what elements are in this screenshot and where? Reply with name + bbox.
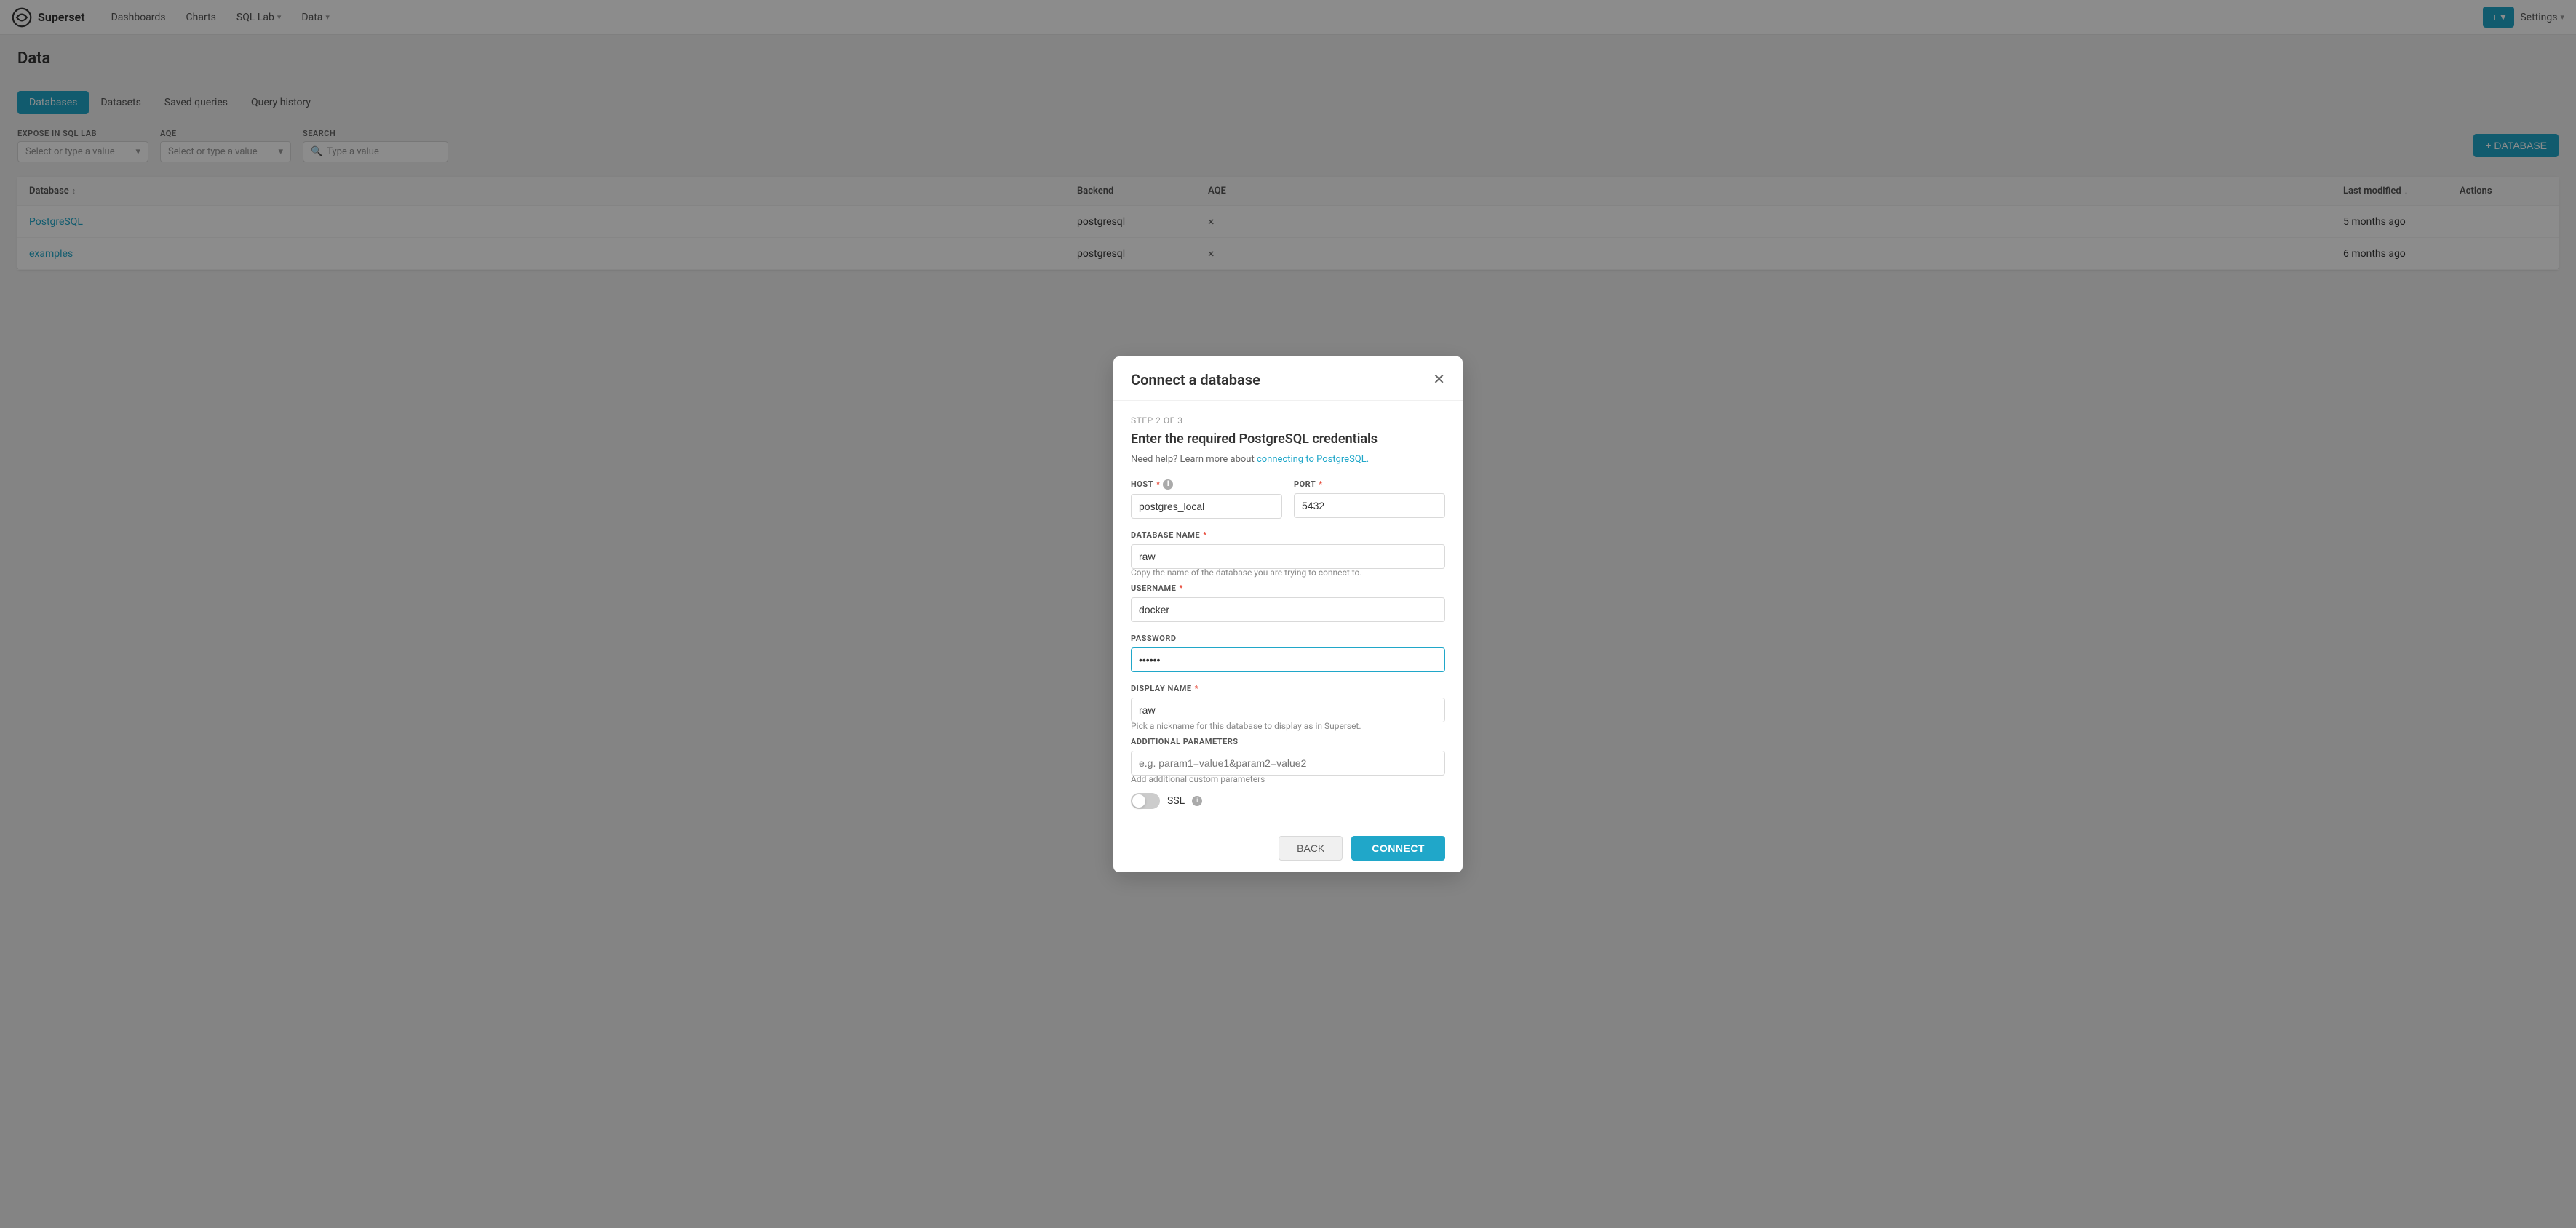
ssl-toggle-thumb bbox=[1132, 794, 1145, 808]
db-name-label: DATABASE NAME * bbox=[1131, 530, 1445, 540]
additional-params-help: Add additional custom parameters bbox=[1131, 774, 1445, 784]
port-group: PORT * bbox=[1294, 479, 1445, 519]
connect-button[interactable]: CONNECT bbox=[1351, 836, 1445, 861]
password-group: PASSWORD bbox=[1131, 634, 1445, 672]
modal-body: STEP 2 OF 3 Enter the required PostgreSQ… bbox=[1113, 401, 1463, 824]
host-info-icon[interactable]: i bbox=[1163, 479, 1173, 490]
modal-footer: BACK CONNECT bbox=[1113, 824, 1463, 872]
host-port-row: HOST * i PORT * bbox=[1131, 479, 1445, 519]
back-button[interactable]: BACK bbox=[1279, 836, 1343, 861]
db-name-group: DATABASE NAME * bbox=[1131, 530, 1445, 569]
display-name-input[interactable] bbox=[1131, 698, 1445, 722]
host-label: HOST * i bbox=[1131, 479, 1282, 490]
db-name-help: Copy the name of the database you are tr… bbox=[1131, 567, 1445, 578]
username-required: * bbox=[1179, 583, 1183, 593]
db-name-required: * bbox=[1203, 530, 1207, 540]
display-name-group: DISPLAY NAME * bbox=[1131, 684, 1445, 722]
modal-help-text: Need help? Learn more about connecting t… bbox=[1131, 454, 1445, 465]
modal-subtitle: Enter the required PostgreSQL credential… bbox=[1131, 431, 1445, 447]
ssl-toggle[interactable] bbox=[1131, 793, 1160, 809]
password-label: PASSWORD bbox=[1131, 634, 1445, 643]
additional-params-label: ADDITIONAL PARAMETERS bbox=[1131, 737, 1445, 746]
additional-params-group: ADDITIONAL PARAMETERS bbox=[1131, 737, 1445, 776]
db-name-input[interactable] bbox=[1131, 544, 1445, 569]
port-input[interactable] bbox=[1294, 493, 1445, 518]
display-name-label: DISPLAY NAME * bbox=[1131, 684, 1445, 693]
port-label: PORT * bbox=[1294, 479, 1445, 489]
display-name-help: Pick a nickname for this database to dis… bbox=[1131, 721, 1445, 731]
ssl-row: SSL i bbox=[1131, 793, 1445, 809]
username-label: USERNAME * bbox=[1131, 583, 1445, 593]
modal-header: Connect a database ✕ bbox=[1113, 356, 1463, 401]
connect-database-modal: Connect a database ✕ STEP 2 OF 3 Enter t… bbox=[1113, 356, 1463, 872]
username-group: USERNAME * bbox=[1131, 583, 1445, 622]
step-label: STEP 2 OF 3 bbox=[1131, 415, 1445, 426]
modal-close-button[interactable]: ✕ bbox=[1433, 372, 1445, 387]
password-input[interactable] bbox=[1131, 647, 1445, 672]
help-link[interactable]: connecting to PostgreSQL. bbox=[1257, 454, 1369, 465]
host-input[interactable] bbox=[1131, 494, 1282, 519]
host-group: HOST * i bbox=[1131, 479, 1282, 519]
ssl-label: SSL bbox=[1167, 795, 1185, 807]
modal-overlay: Connect a database ✕ STEP 2 OF 3 Enter t… bbox=[0, 0, 2576, 1228]
modal-title: Connect a database bbox=[1131, 371, 1260, 388]
username-input[interactable] bbox=[1131, 597, 1445, 622]
ssl-info-icon[interactable]: i bbox=[1192, 796, 1202, 806]
additional-params-input[interactable] bbox=[1131, 751, 1445, 776]
host-required: * bbox=[1156, 479, 1161, 489]
port-required: * bbox=[1319, 479, 1323, 489]
display-name-required: * bbox=[1195, 684, 1199, 693]
